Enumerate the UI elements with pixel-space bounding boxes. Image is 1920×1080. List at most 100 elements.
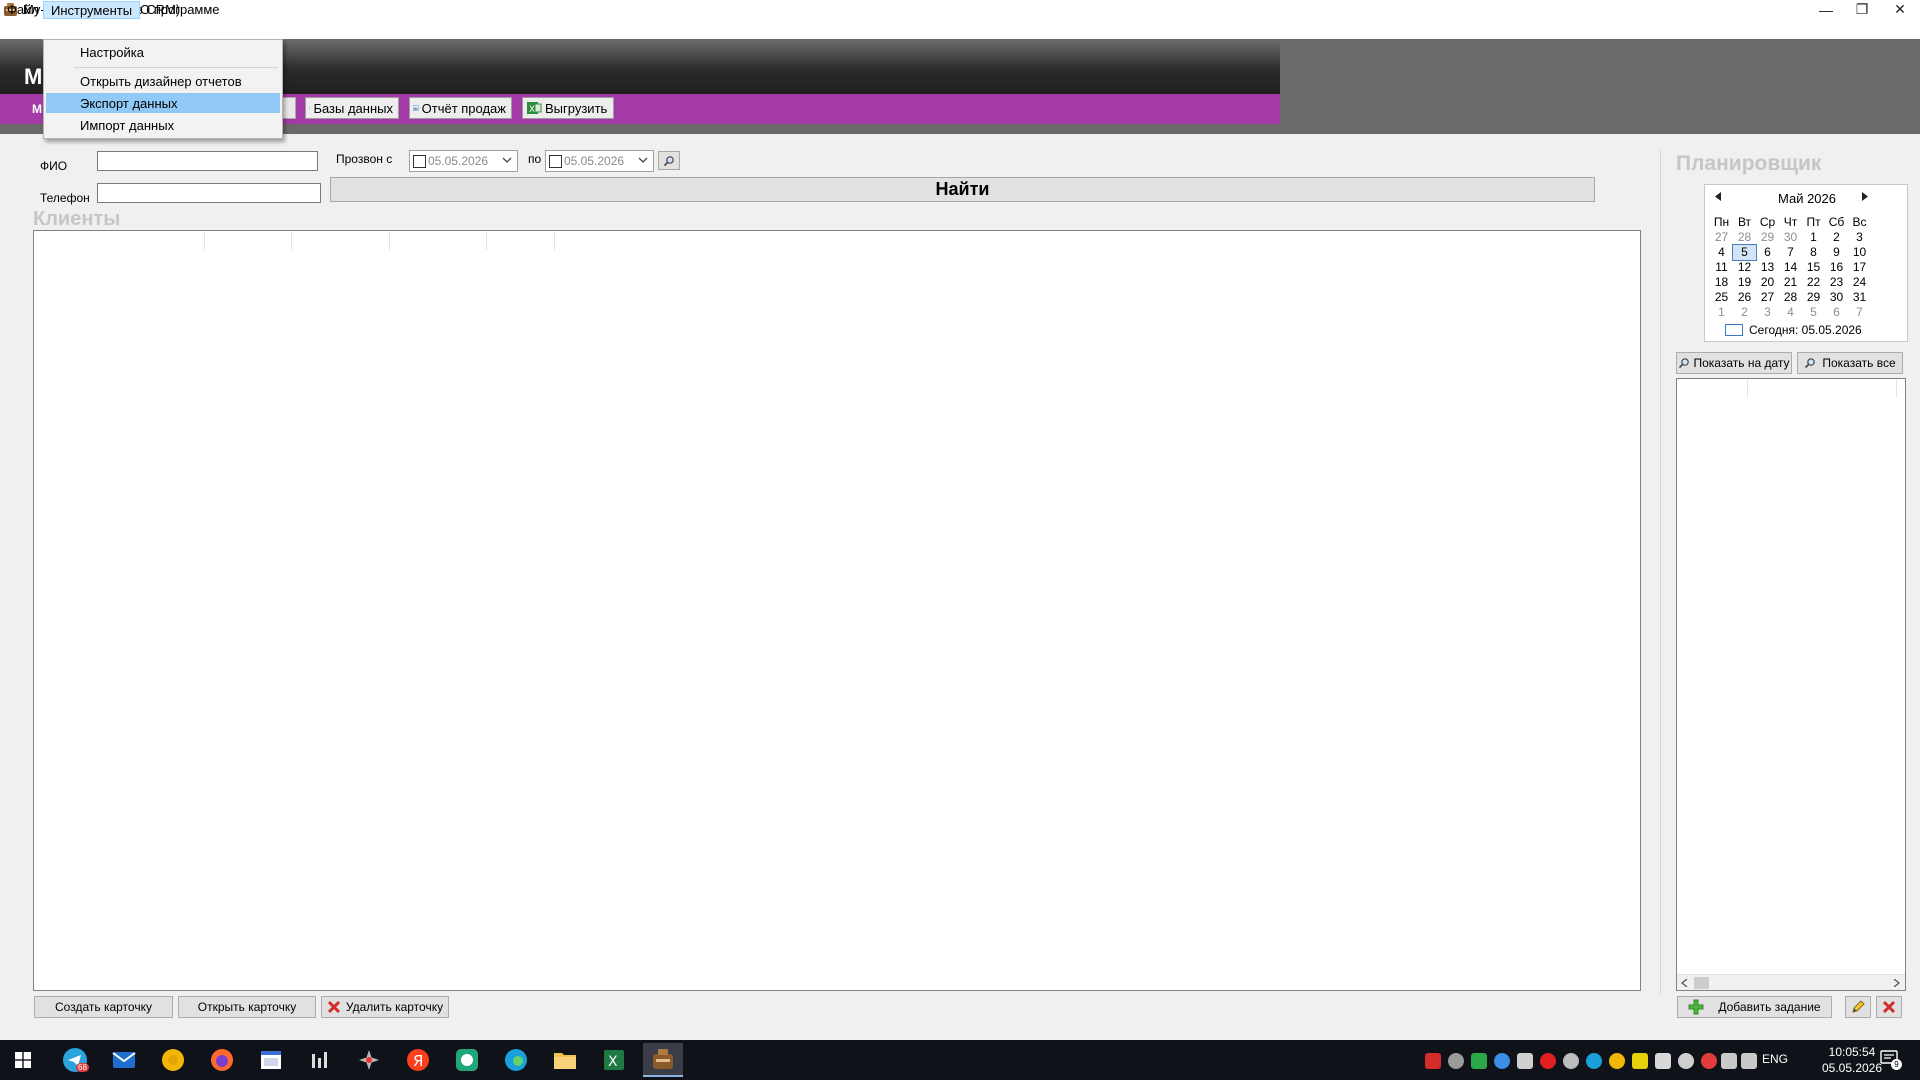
menu-item-settings[interactable]: Настройка (46, 42, 280, 62)
language-indicator[interactable]: ENG (1762, 1052, 1788, 1066)
date-from-checkbox[interactable] (413, 154, 426, 168)
tray-cloud-icon[interactable] (1678, 1053, 1694, 1069)
calendar-day[interactable]: 4 (1710, 245, 1733, 260)
calendar-day[interactable]: 30 (1825, 290, 1848, 305)
fio-input[interactable] (97, 151, 318, 171)
next-month-icon[interactable] (1860, 192, 1868, 201)
tray-network-monitor-icon[interactable] (1494, 1053, 1510, 1069)
column-separator[interactable] (1896, 380, 1897, 398)
column-separator[interactable] (486, 232, 487, 250)
delete-card-button[interactable]: Удалить карточку (321, 996, 449, 1018)
calendar-day[interactable]: 17 (1848, 260, 1871, 275)
tray-edge-icon[interactable] (1586, 1053, 1602, 1069)
calendar-day[interactable]: 22 (1802, 275, 1825, 290)
show-on-date-button[interactable]: Показать на дату (1676, 352, 1792, 374)
calendar-day[interactable]: 5 (1802, 305, 1825, 320)
edit-task-button[interactable] (1845, 996, 1871, 1018)
calendar-day[interactable]: 12 (1733, 260, 1756, 275)
export-button[interactable]: X Выгрузить (522, 97, 614, 119)
taskbar-mybusiness[interactable] (643, 1043, 683, 1077)
taskbar-outlook[interactable] (104, 1043, 144, 1077)
tray-disk-icon[interactable] (1563, 1053, 1579, 1069)
databases-button[interactable]: Базы данных (305, 97, 399, 119)
calendar-day[interactable]: 1 (1710, 305, 1733, 320)
calendar-day[interactable]: 6 (1825, 305, 1848, 320)
calendar-day[interactable]: 3 (1848, 230, 1871, 245)
tasks-table[interactable] (1676, 378, 1906, 991)
column-separator[interactable] (204, 232, 205, 250)
calendar-day[interactable]: 27 (1710, 230, 1733, 245)
tray-notes-icon[interactable] (1632, 1053, 1648, 1069)
taskbar-edge[interactable] (496, 1043, 536, 1077)
calendar-day[interactable]: 2 (1733, 305, 1756, 320)
tray-k-icon[interactable] (1471, 1053, 1487, 1069)
tray-chrome-icon[interactable] (1609, 1053, 1625, 1069)
column-separator[interactable] (554, 232, 555, 250)
date-from-picker[interactable]: 05.05.2026 (409, 150, 518, 172)
column-separator[interactable] (291, 232, 292, 250)
taskbar-firefox[interactable] (202, 1043, 242, 1077)
add-task-button[interactable]: Добавить задание (1677, 996, 1832, 1018)
calendar-day[interactable]: 29 (1756, 230, 1779, 245)
tray-wifi-icon[interactable] (1721, 1053, 1737, 1069)
calendar-day[interactable]: 13 (1756, 260, 1779, 275)
menu-about[interactable]: О программе (133, 1, 227, 19)
calendar-day[interactable]: 30 (1779, 230, 1802, 245)
taskbar-chrome[interactable] (153, 1043, 193, 1077)
taskbar-chat-app[interactable] (447, 1043, 487, 1077)
calendar-day[interactable]: 31 (1848, 290, 1871, 305)
calendar-day[interactable]: 25 (1710, 290, 1733, 305)
taskbar-window-app[interactable] (251, 1043, 291, 1077)
calendar-today-link[interactable]: Сегодня: 05.05.2026 (1725, 323, 1862, 337)
clock-time[interactable]: 10:05:54 (1816, 1045, 1888, 1060)
taskbar-star-app[interactable] (349, 1043, 389, 1077)
calendar-day[interactable]: 28 (1779, 290, 1802, 305)
date-search-button[interactable] (658, 151, 680, 170)
restore-button[interactable]: ❐ (1842, 0, 1882, 19)
scroll-thumb[interactable] (1694, 977, 1709, 989)
calendar-day[interactable]: 28 (1733, 230, 1756, 245)
taskbar-stats-app[interactable] (300, 1043, 340, 1077)
calendar-day[interactable]: 16 (1825, 260, 1848, 275)
tray-antivirus-icon[interactable] (1425, 1053, 1441, 1069)
date-to-picker[interactable]: 05.05.2026 (545, 150, 654, 172)
tray-telegram-icon[interactable] (1655, 1053, 1671, 1069)
calendar[interactable]: Май 2026 Пн Вт Ср Чт Пт Сб Вс 27 28 29 30 1 2 3 4 5 6 7 8 9… (1704, 184, 1908, 342)
calendar-day[interactable]: 29 (1802, 290, 1825, 305)
create-card-button[interactable]: Создать карточку (34, 996, 173, 1018)
taskbar-yandex[interactable]: Я (398, 1043, 438, 1077)
find-button[interactable]: Найти (330, 177, 1595, 202)
sales-report-button[interactable]: Отчёт продаж (409, 97, 512, 119)
calendar-day[interactable]: 2 (1825, 230, 1848, 245)
column-separator[interactable] (1747, 380, 1748, 398)
tray-sync-icon[interactable] (1448, 1053, 1464, 1069)
calendar-day[interactable]: 11 (1710, 260, 1733, 275)
calendar-day[interactable]: 24 (1848, 275, 1871, 290)
calendar-day[interactable]: 19 (1733, 275, 1756, 290)
taskbar-explorer[interactable] (545, 1043, 585, 1077)
calendar-day[interactable]: 6 (1756, 245, 1779, 260)
notifications-button[interactable]: 9 (1880, 1050, 1902, 1070)
calendar-day[interactable]: 21 (1779, 275, 1802, 290)
scroll-left-icon[interactable] (1681, 979, 1688, 987)
tray-volume-icon[interactable] (1741, 1053, 1757, 1069)
menu-tools[interactable]: Инструменты (43, 1, 141, 19)
open-card-button[interactable]: Открыть карточку (178, 996, 316, 1018)
calendar-day[interactable]: 27 (1756, 290, 1779, 305)
delete-task-button[interactable] (1876, 996, 1902, 1018)
calendar-day[interactable]: 26 (1733, 290, 1756, 305)
menu-item-import-data[interactable]: Импорт данных (46, 115, 280, 135)
close-button[interactable]: ✕ (1880, 0, 1920, 19)
calendar-day[interactable]: 15 (1802, 260, 1825, 275)
menu-item-report-designer[interactable]: Открыть дизайнер отчетов (46, 71, 280, 91)
calendar-day[interactable]: 8 (1802, 245, 1825, 260)
calendar-day[interactable]: 5 (1732, 244, 1757, 261)
scroll-right-icon[interactable] (1893, 979, 1900, 987)
show-all-button[interactable]: Показать все (1797, 352, 1903, 374)
minimize-button[interactable]: — (1806, 0, 1846, 19)
calendar-day[interactable]: 18 (1710, 275, 1733, 290)
calendar-day[interactable]: 7 (1848, 305, 1871, 320)
taskbar-telegram[interactable]: 68 (55, 1043, 95, 1077)
tray-yandex-icon[interactable] (1701, 1053, 1717, 1069)
calendar-day[interactable]: 14 (1779, 260, 1802, 275)
